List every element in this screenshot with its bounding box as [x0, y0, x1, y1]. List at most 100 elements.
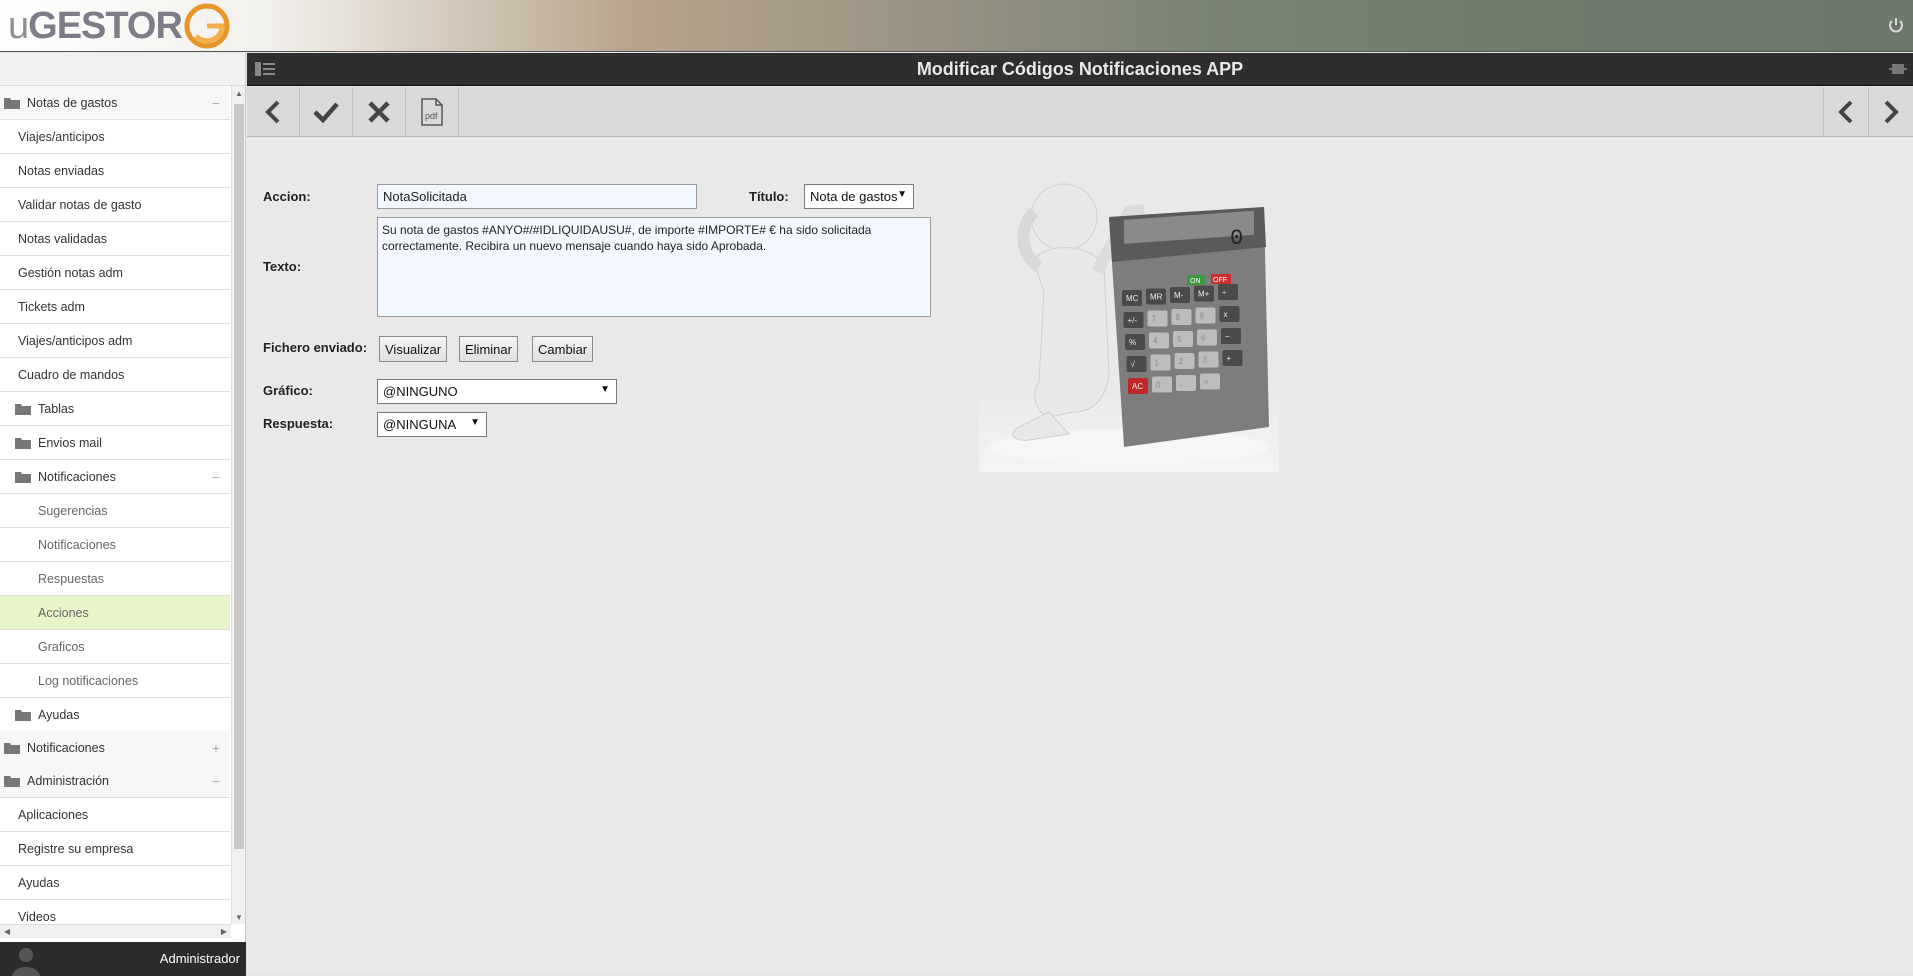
respuesta-select[interactable]: @NINGUNA ▼: [377, 412, 487, 437]
sidebar-item-ayudas[interactable]: Ayudas: [0, 698, 230, 732]
sidebar-item-gestión-notas-adm[interactable]: Gestión notas adm: [0, 256, 230, 290]
calculator-key: [1150, 354, 1171, 371]
calculator-key-label: 2: [1179, 357, 1184, 366]
sidebar-item-notificaciones[interactable]: Notificaciones +: [0, 731, 230, 765]
sidebar-item-cuadro-de-mandos[interactable]: Cuadro de mandos: [0, 358, 230, 392]
scroll-right-icon[interactable]: ▶: [221, 927, 227, 936]
sidebar-item-viajes-anticipos-adm[interactable]: Viajes/anticipos adm: [0, 324, 230, 358]
scroll-thumb[interactable]: [234, 104, 244, 849]
collapse-icon[interactable]: −: [212, 95, 220, 111]
sidebar-item-registre-su-empresa[interactable]: Registre su empresa: [0, 832, 230, 866]
page-title: Modificar Códigos Notificaciones APP: [916, 59, 1244, 79]
sidebar-item-ayudas[interactable]: Ayudas: [0, 866, 230, 900]
folder-icon: [4, 775, 20, 787]
calculator-key-label: 4: [1153, 337, 1158, 346]
grafico-select[interactable]: @NINGUNO ▼: [377, 379, 617, 404]
texto-textarea[interactable]: Su nota de gastos #ANYO#/#IDLIQUIDAUSU#,…: [377, 217, 931, 317]
calculator-key: [1222, 350, 1243, 366]
user-bar: Administrador: [0, 942, 246, 976]
previous-icon: [1838, 100, 1853, 123]
eliminar-button[interactable]: Eliminar: [459, 336, 518, 362]
close-icon: [368, 100, 390, 123]
calculator-key: [1200, 373, 1220, 390]
scroll-left-icon[interactable]: ◀: [4, 927, 10, 936]
previous-button[interactable]: [1823, 87, 1868, 136]
calculator-key-label: −: [1225, 332, 1230, 341]
calculator-key: [1171, 309, 1192, 325]
next-button[interactable]: [1868, 87, 1913, 136]
sidebar-item-label: Tablas: [38, 401, 75, 416]
user-name[interactable]: Administrador: [160, 951, 240, 966]
sidebar-hscrollbar[interactable]: ◀ ▶: [0, 924, 231, 938]
power-icon[interactable]: [1887, 16, 1905, 34]
calculator-key-label: √: [1131, 360, 1136, 369]
texto-label: Texto:: [263, 259, 302, 274]
save-button[interactable]: [300, 87, 353, 136]
sidebar-item-notificaciones[interactable]: Notificaciones −: [0, 460, 230, 494]
calculator-key-label: AC: [1132, 382, 1143, 391]
cancel-button[interactable]: [353, 87, 406, 136]
expand-icon[interactable]: +: [212, 740, 220, 756]
calculator-key: [1197, 329, 1217, 346]
sidebar-item-label: Respuestas: [38, 571, 105, 586]
sidebar-item-label: Ayudas: [38, 707, 80, 722]
sidebar-item-log-notificaciones[interactable]: Log notificaciones: [0, 664, 230, 698]
sidebar-item-notificaciones[interactable]: Notificaciones: [0, 528, 230, 562]
calculator-key: [1219, 306, 1240, 322]
calculator-key: [1176, 375, 1196, 391]
logo-g-icon: [184, 3, 230, 49]
app-logo: uGESTOR: [8, 3, 230, 49]
calculator-key-label: 3: [1203, 356, 1208, 365]
calculator-key-label: .: [1180, 379, 1182, 388]
calculator-key-label: M-: [1174, 291, 1184, 300]
back-button[interactable]: [247, 87, 300, 136]
calculator-key: [1221, 328, 1241, 344]
scroll-up-icon[interactable]: ▲: [235, 89, 243, 98]
calculator-illustration: 0 ON OFF MC MR M- M+ ÷ +/- 7 8 9 x% 4 5 6 − √ 1 2 3 + AC 0. =: [979, 172, 1279, 472]
sidebar-item-label: Sugerencias: [38, 503, 108, 518]
sidebar-item-aplicaciones[interactable]: Aplicaciones: [0, 798, 230, 832]
check-icon: [313, 102, 339, 123]
visualizar-button[interactable]: Visualizar: [379, 336, 448, 362]
sidebar-item-label: Videos: [18, 909, 56, 924]
calculator-key-label: x: [1224, 310, 1228, 319]
sidebar-item-label: Notas enviadas: [18, 163, 105, 178]
sidebar-item-notas-enviadas[interactable]: Notas enviadas: [0, 154, 230, 188]
sidebar-item-administración[interactable]: Administración −: [0, 764, 230, 798]
sidebar-item-tickets-adm[interactable]: Tickets adm: [0, 290, 230, 324]
sidebar-item-graficos[interactable]: Graficos: [0, 630, 230, 664]
svg-text:ON: ON: [1190, 278, 1201, 285]
cambiar-button[interactable]: Cambiar: [532, 336, 594, 362]
sidebar-scrollbar[interactable]: ▲ ▼: [231, 86, 245, 924]
collapse-icon[interactable]: −: [212, 469, 220, 485]
sidebar-item-label: Log notificaciones: [38, 673, 139, 688]
titulo-select[interactable]: Nota de gastos ▼: [804, 184, 914, 209]
calculator-key: [1152, 376, 1172, 393]
calculator-key-label: +: [1227, 354, 1232, 363]
sidebar-item-tablas[interactable]: Tablas: [0, 392, 230, 426]
calculator-key-label: ÷: [1222, 288, 1227, 297]
titulo-label: Título:: [749, 189, 789, 204]
collapse-icon[interactable]: −: [212, 773, 220, 789]
calculator-key-label: =: [1204, 378, 1209, 387]
window-icon[interactable]: [1889, 61, 1907, 77]
accion-input[interactable]: NotaSolicitada: [377, 184, 697, 209]
sidebar-item-validar-notas-de-gasto[interactable]: Validar notas de gasto: [0, 188, 230, 222]
sidebar-item-notas-de-gastos[interactable]: Notas de gastos −: [0, 86, 230, 120]
pdf-button[interactable]: pdf: [406, 87, 459, 136]
sidebar-item-label: Aplicaciones: [18, 807, 89, 822]
sidebar-item-viajes-anticipos[interactable]: Viajes/anticipos: [0, 120, 230, 154]
sidebar-item-acciones[interactable]: Acciones: [0, 596, 230, 630]
grafico-select-value: @NINGUNO: [383, 384, 458, 399]
sidebar-item-label: Notificaciones: [38, 537, 116, 552]
calculator-key-label: 5: [1177, 335, 1182, 344]
calculator-display: 0: [1230, 226, 1243, 251]
calculator-key-label: %: [1129, 338, 1136, 347]
sidebar-item-notas-validadas[interactable]: Notas validadas: [0, 222, 230, 256]
sidebar-item-respuestas[interactable]: Respuestas: [0, 562, 230, 596]
chevron-down-icon: ▼: [897, 189, 907, 200]
scroll-down-icon[interactable]: ▼: [235, 913, 243, 922]
sidebar-item-sugerencias[interactable]: Sugerencias: [0, 494, 230, 528]
sidebar-item-envios-mail[interactable]: Envios mail: [0, 426, 230, 460]
grafico-label: Gráfico:: [263, 383, 313, 398]
